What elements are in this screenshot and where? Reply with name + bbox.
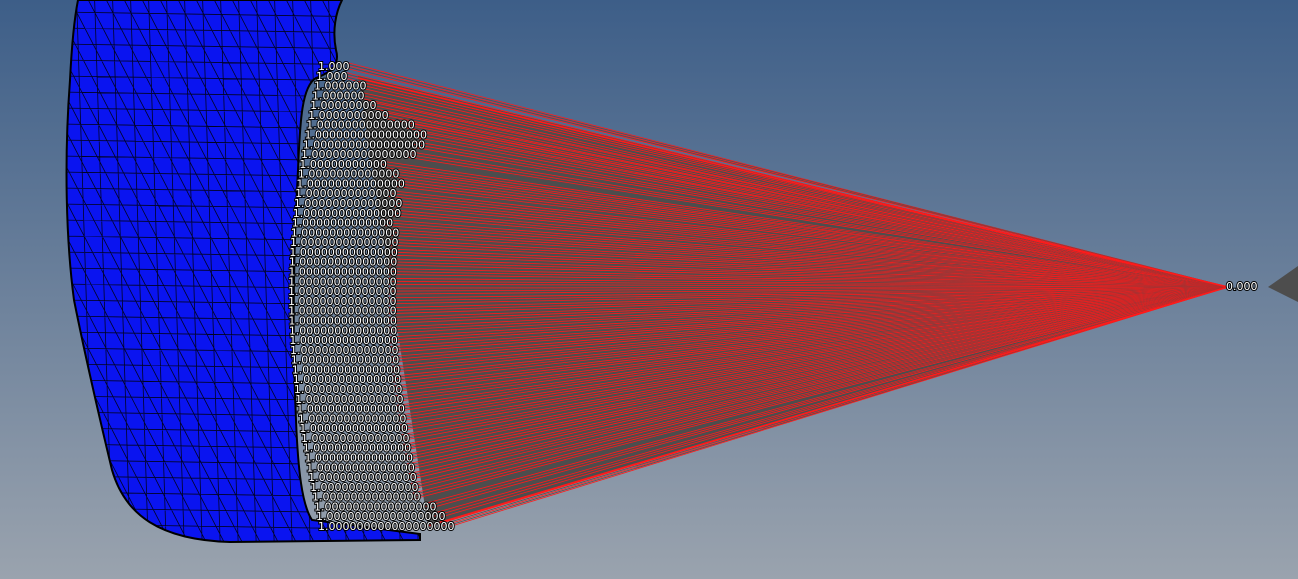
center-node-label: 0.000: [1226, 280, 1258, 293]
model-scene[interactable]: 1.0001.0001.0000001.0000001.000000001.00…: [0, 0, 1298, 579]
node-weight-label: 1.000000000000000000: [318, 520, 454, 533]
graphics-viewport[interactable]: 1.000 1.000 1.000000 1.000000 1.00000000 1.00…: [0, 0, 1298, 579]
